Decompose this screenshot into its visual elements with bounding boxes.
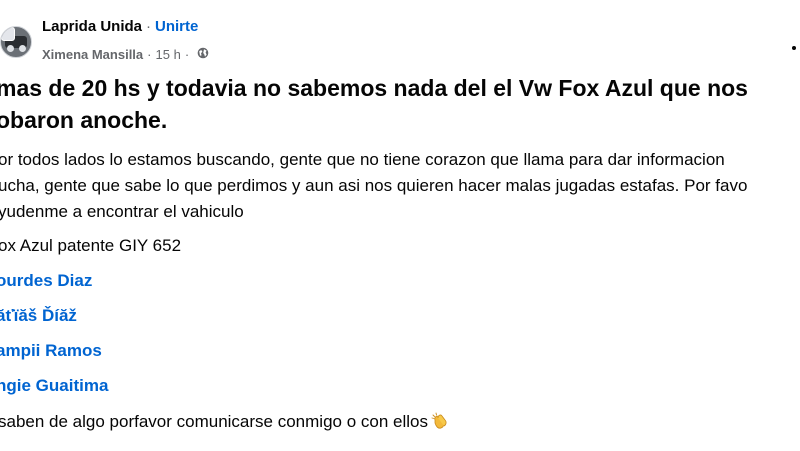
join-group-link[interactable]: Unirte <box>155 18 198 35</box>
post-meta: Ximena Mansilla · 15 h · <box>42 47 209 62</box>
group-name-link[interactable]: Laprida Unida <box>42 18 142 35</box>
body-line: yudenme a encontrar el vahiculo <box>0 202 244 221</box>
post-header: Laprida Unida · Unirte Ximena Mansilla · 1… <box>0 6 800 62</box>
mention-link[interactable]: ngie Guaitima <box>0 376 108 396</box>
car-plate-line: ox Azul patente GIY 652 <box>0 236 182 255</box>
separator-dot: · <box>146 18 152 35</box>
body-line: ucha, gente que sabe lo que perdimos y a… <box>0 176 748 195</box>
meta-separator: · <box>147 47 152 62</box>
more-options-icon[interactable] <box>788 38 800 58</box>
mention-link[interactable]: ampii Ramos <box>0 341 102 361</box>
closing-text: saben de algo porfavor comunicarse conmi… <box>0 412 428 431</box>
group-avatar[interactable] <box>0 26 32 58</box>
group-badge-icon <box>1 27 15 41</box>
wheel-shape <box>7 45 14 52</box>
body-line: or todos lados lo estamos buscando, gent… <box>0 150 725 169</box>
wheel-shape <box>19 45 26 52</box>
globe-icon[interactable] <box>197 47 209 62</box>
clapping-hands-icon <box>430 411 450 439</box>
headline-line: obaron anoche. <box>0 107 168 133</box>
author-name-link[interactable]: Ximena Mansilla <box>42 47 143 62</box>
meta-separator: · <box>184 47 190 62</box>
closing-line: saben de algo porfavor comunicarse conmi… <box>0 409 450 439</box>
post-timestamp-link[interactable]: 15 h <box>156 47 181 62</box>
mention-link[interactable]: ourdes Diaz <box>0 271 92 291</box>
mention-link[interactable]: ăťïăš Ďíăž <box>0 306 77 326</box>
group-line: Laprida Unida · Unirte <box>42 18 198 35</box>
headline-line: mas de 20 hs y todavia no sabemos nada d… <box>0 75 748 101</box>
post-headline: mas de 20 hs y todavia no sabemos nada d… <box>0 72 796 136</box>
